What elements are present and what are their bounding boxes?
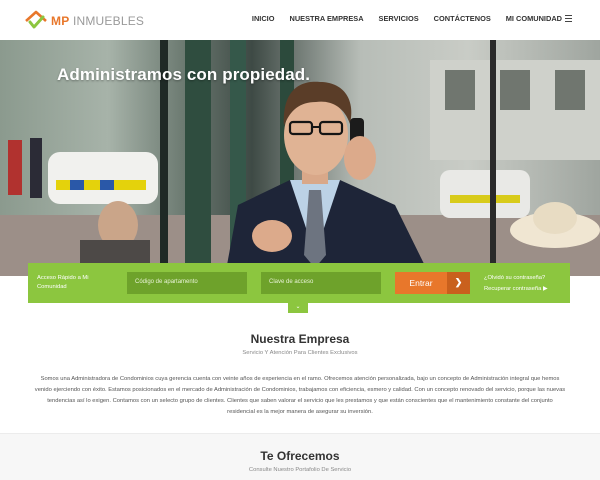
password-links: ¿Olvidó su contraseña? Recuperar contras… [484,273,547,295]
recover-password-link[interactable]: Recuperar contraseña ▶ [484,284,547,295]
quick-access-label: Acceso Rápido a Mi Comunidad [37,275,89,290]
brand-name: MP INMUEBLES [51,14,145,28]
site-header: MP INMUEBLES INICIO NUESTRA EMPRESA SERV… [0,0,600,40]
enter-button-label: Entrar [409,278,433,288]
nav-item-contactenos[interactable]: CONTÁCTENOS [434,14,491,23]
menu-list-icon[interactable] [565,15,572,22]
chevron-down-icon[interactable]: ⌄ [288,303,308,313]
empresa-subtitle: Servicio Y Atención Para Clientes Exclus… [242,350,358,356]
nav-item-mi-comunidad[interactable]: MI COMUNIDAD [506,14,562,23]
ofrecemos-subtitle: Consulte Nuestro Portafolio De Servicio [248,467,352,473]
enter-button[interactable]: Entrar ❯ [395,272,470,294]
nav-item-inicio[interactable]: INICIO [252,14,275,23]
house-check-icon [25,10,47,29]
hero-banner: Administramos con propiedad. [0,40,600,276]
apartment-code-input[interactable]: Código de apartamento [127,272,247,294]
main-nav: INICIO NUESTRA EMPRESA SERVICIOS CONTÁCT… [252,14,562,23]
empresa-paragraph: Somos una Administradora de Condominios … [34,376,566,415]
brand-logo[interactable]: MP INMUEBLES [24,9,144,33]
chevron-right-icon: ❯ [447,272,470,294]
nav-item-nuestra-empresa[interactable]: NUESTRA EMPRESA [289,14,363,23]
forgot-password-link[interactable]: ¿Olvidó su contraseña? [484,273,547,284]
password-input[interactable]: Clave de acceso [261,272,381,294]
community-login-bar: Acceso Rápido a Mi Comunidad Código de a… [28,263,570,303]
nav-item-servicios[interactable]: SERVICIOS [379,14,419,23]
ofrecemos-title: Te Ofrecemos [260,449,340,463]
empresa-title: Nuestra Empresa [250,332,350,346]
hero-headline: Administramos con propiedad. [57,65,311,84]
